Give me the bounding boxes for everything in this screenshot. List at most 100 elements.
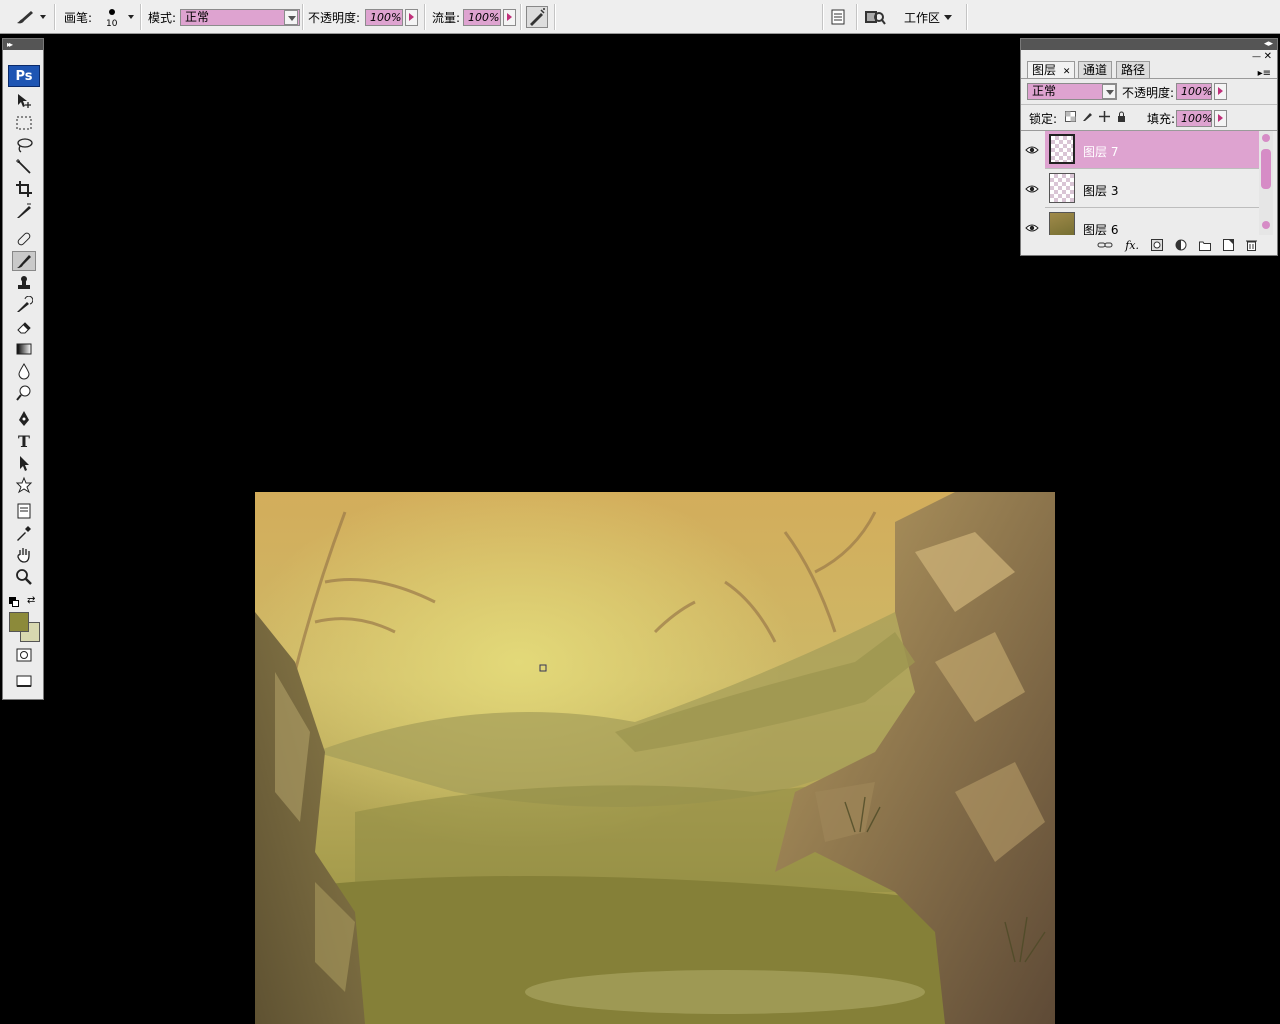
layer-opacity-arrow-icon[interactable] — [1214, 83, 1227, 100]
layer-row[interactable]: 图层 7 — [1045, 131, 1259, 169]
magic-wand-tool[interactable] — [12, 157, 36, 177]
painting-image — [255, 492, 1055, 1024]
blur-tool[interactable] — [12, 361, 36, 381]
layer-name: 图层 7 — [1083, 145, 1119, 159]
gradient-icon — [16, 343, 32, 355]
tools-palette-grip[interactable]: ▸▸ — [3, 39, 43, 50]
quick-mask-button[interactable] — [12, 645, 36, 665]
blend-mode-select[interactable]: 正常 — [1027, 83, 1117, 100]
notes-tool[interactable] — [12, 501, 36, 521]
close-panel-icon[interactable]: ✕ — [1264, 51, 1272, 62]
tab-channels[interactable]: 通道 — [1078, 61, 1113, 78]
zoom-tool[interactable] — [12, 567, 36, 587]
layers-scrollbar[interactable] — [1259, 131, 1273, 235]
opacity-label: 不透明度: — [308, 10, 361, 25]
pen-nib-icon — [19, 411, 29, 426]
tools-palette: ▸▸ Ps T ⇄ — [2, 38, 44, 700]
mode-select[interactable]: 正常 — [180, 9, 300, 26]
screen-mode-icon — [16, 675, 32, 687]
gradient-tool[interactable] — [12, 339, 36, 359]
visibility-eye-icon[interactable] — [1025, 223, 1039, 233]
new-group-folder-icon[interactable] — [1199, 240, 1211, 251]
flow-input[interactable]: 100% — [463, 9, 501, 26]
tab-layers-label: 图层 — [1032, 63, 1057, 77]
visibility-eye-icon[interactable] — [1025, 184, 1039, 194]
type-tool[interactable]: T — [12, 431, 36, 451]
foreground-color-swatch[interactable] — [9, 612, 29, 632]
clone-stamp-tool[interactable] — [12, 273, 36, 293]
new-layer-icon[interactable] — [1223, 239, 1234, 251]
fill-input[interactable]: 100% — [1176, 110, 1212, 127]
fill-arrow-icon[interactable] — [1214, 110, 1227, 127]
eraser-tool[interactable] — [12, 317, 36, 337]
tab-channels-label: 通道 — [1083, 63, 1108, 77]
opacity-input[interactable]: 100% — [365, 9, 403, 26]
close-tab-icon[interactable]: ✕ — [1063, 67, 1071, 77]
delete-layer-trash-icon[interactable] — [1246, 239, 1257, 251]
workspace-menu[interactable]: 工作区 — [904, 0, 953, 34]
eyedropper-tool[interactable] — [12, 523, 36, 543]
crop-icon — [16, 181, 32, 197]
mode-dropdown-arrow-icon[interactable] — [284, 10, 298, 25]
link-layers-icon[interactable] — [1097, 240, 1113, 250]
lock-position-icon[interactable] — [1099, 111, 1110, 122]
add-mask-icon[interactable] — [1151, 239, 1163, 251]
options-bar: 画笔: 10 模式: 正常 不透明度: 100% 流量: 100% 工作区 — [0, 0, 1280, 34]
crop-tool[interactable] — [12, 179, 36, 199]
layer-row[interactable]: 图层 6 — [1045, 209, 1259, 235]
tab-paths[interactable]: 路径 — [1116, 61, 1151, 78]
lock-image-pixels-icon[interactable] — [1082, 111, 1093, 122]
scroll-up-icon[interactable] — [1262, 134, 1270, 142]
layers-panel-grip[interactable]: ◂▸ — [1021, 39, 1277, 50]
flow-label: 流量: — [432, 10, 461, 25]
visibility-eye-icon[interactable] — [1025, 145, 1039, 155]
bridge-button[interactable] — [864, 8, 886, 29]
slice-tool[interactable] — [12, 201, 36, 221]
layer-row[interactable]: 图层 3 — [1045, 170, 1259, 208]
layer-style-fx-icon[interactable]: fx. — [1125, 239, 1139, 252]
opacity-slider-arrow-icon[interactable] — [405, 9, 418, 26]
mode-value: 正常 — [180, 9, 300, 26]
rectangular-marquee-tool[interactable] — [12, 113, 36, 133]
lock-label: 锁定: — [1029, 112, 1058, 126]
mode-label: 模式: — [148, 10, 177, 25]
scroll-down-icon[interactable] — [1262, 221, 1270, 229]
screen-mode-button[interactable] — [12, 671, 36, 691]
chevron-down-icon — [40, 15, 46, 19]
brush-icon — [17, 11, 33, 24]
document-canvas[interactable] — [255, 492, 1055, 1024]
history-brush-tool[interactable] — [12, 295, 36, 315]
tab-layers[interactable]: 图层 ✕ — [1027, 61, 1076, 78]
dodge-tool[interactable] — [12, 383, 36, 403]
lock-transparent-pixels-icon[interactable] — [1065, 111, 1076, 122]
layer-thumbnail — [1049, 173, 1075, 203]
path-selection-tool[interactable] — [12, 453, 36, 473]
swap-colors-icon[interactable]: ⇄ — [27, 595, 35, 606]
adjustment-layer-icon[interactable] — [1175, 239, 1187, 251]
scroll-thumb[interactable] — [1261, 149, 1271, 189]
brush-tool[interactable] — [12, 251, 36, 271]
pen-tool[interactable] — [12, 409, 36, 429]
tool-preset-picker[interactable] — [14, 0, 46, 34]
move-tool[interactable] — [12, 91, 36, 111]
lock-all-icon[interactable] — [1116, 111, 1127, 122]
palette-well-button[interactable] — [830, 9, 846, 28]
history-brush-icon — [17, 296, 33, 312]
lasso-tool[interactable] — [12, 135, 36, 155]
minimize-icon[interactable]: — — [1252, 52, 1261, 62]
layer-thumbnail — [1049, 134, 1075, 164]
chevron-down-icon — [944, 14, 953, 20]
flow-slider-arrow-icon[interactable] — [503, 9, 516, 26]
magnifier-icon — [16, 569, 32, 585]
collapse-icon[interactable]: ◂▸ — [1264, 39, 1273, 49]
airbrush-button[interactable] — [526, 6, 548, 28]
custom-shape-tool[interactable] — [12, 475, 36, 495]
layer-opacity-input[interactable]: 100% — [1176, 83, 1212, 100]
photoshop-logo[interactable]: Ps — [8, 65, 40, 87]
brush-picker[interactable]: 10 — [104, 0, 136, 34]
healing-brush-tool[interactable] — [12, 229, 36, 249]
blend-mode-dropdown-icon[interactable] — [1102, 84, 1116, 99]
hand-tool[interactable] — [12, 545, 36, 565]
shape-star-icon — [15, 476, 33, 494]
default-colors-button[interactable] — [9, 597, 19, 607]
